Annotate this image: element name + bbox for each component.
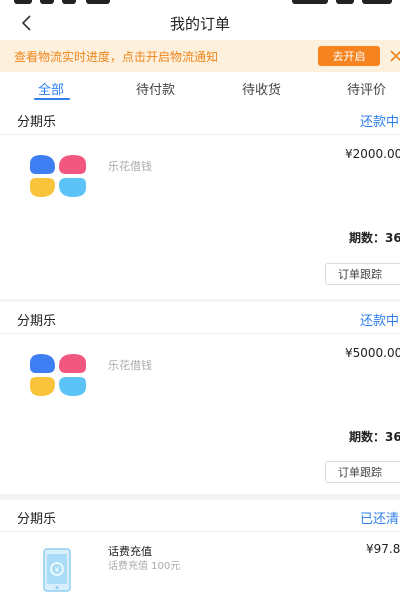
close-icon[interactable]	[388, 48, 400, 64]
order-header: 分期乐 已还清	[0, 500, 400, 532]
order-header: 分期乐 还款中	[0, 302, 400, 334]
order-tabs: 全部 待付款 待收货 待评价	[0, 72, 400, 104]
logistics-notice-banner: 查看物流实时进度，点击开启物流通知 去开启	[0, 40, 400, 72]
product-name: 乐花借钱	[108, 359, 152, 372]
tab-pending-review[interactable]: 待评价	[347, 79, 386, 98]
order-merchant: 分期乐	[17, 314, 57, 329]
installment-periods: 期数：36	[349, 231, 400, 245]
order-tracking-button[interactable]: 订单跟踪	[325, 461, 400, 483]
order-merchant: 分期乐	[17, 115, 57, 130]
product-description: 话费充值 100元	[108, 561, 181, 572]
active-tab-indicator	[34, 98, 70, 100]
order-tracking-button[interactable]: 订单跟踪	[325, 263, 400, 285]
order-card[interactable]: 分期乐 还款中 乐花借钱 ¥5000.00 期数：36 订单跟踪	[0, 302, 400, 494]
tab-all[interactable]: 全部	[38, 79, 64, 98]
order-status: 已还清	[360, 512, 400, 527]
navigation-bar: 我的订单	[0, 6, 400, 40]
order-merchant: 分期乐	[17, 512, 57, 527]
page-title: 我的订单	[169, 15, 230, 33]
phone-recharge-icon: ¥	[43, 548, 71, 592]
order-price: ¥2000.00	[345, 147, 400, 161]
order-price: ¥97.80	[366, 542, 400, 556]
product-name: 乐花借钱	[108, 160, 152, 173]
enable-notification-button[interactable]: 去开启	[318, 46, 380, 66]
tab-pending-payment[interactable]: 待付款	[136, 79, 175, 98]
order-header: 分期乐 还款中	[0, 103, 400, 135]
notice-text: 查看物流实时进度，点击开启物流通知	[14, 50, 219, 64]
tab-pending-receipt[interactable]: 待收货	[242, 79, 281, 98]
installment-periods: 期数：36	[349, 430, 400, 444]
svg-text:¥: ¥	[55, 566, 60, 574]
order-price: ¥5000.00	[345, 346, 400, 360]
order-card[interactable]: 分期乐 已还清 ¥ 话费充值 话费充值 100元 ¥97.80	[0, 500, 400, 596]
order-status: 还款中	[360, 314, 400, 329]
order-card[interactable]: 分期乐 还款中 乐花借钱 ¥2000.00 期数：36 订单跟踪	[0, 103, 400, 299]
four-petal-logo-icon	[30, 354, 86, 396]
four-petal-logo-icon	[30, 155, 86, 197]
order-status: 还款中	[360, 115, 400, 130]
